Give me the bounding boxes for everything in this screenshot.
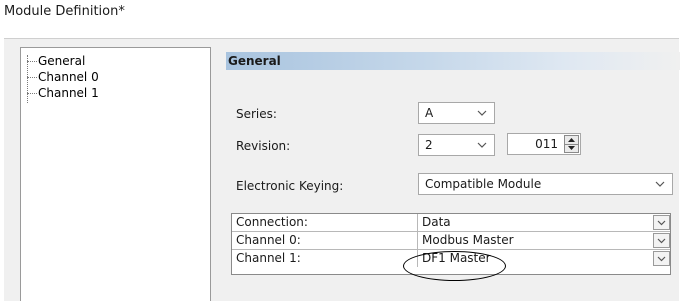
electronic-keying-select[interactable]: Compatible Module [418, 173, 673, 195]
chevron-down-icon [657, 256, 666, 262]
connection-select[interactable]: Data [418, 214, 670, 231]
chevron-down-icon [657, 238, 666, 244]
electronic-keying-value: Compatible Module [425, 177, 542, 191]
grid-row-label: Channel 1: [232, 250, 418, 267]
tree-item-channel-0[interactable]: Channel 0 [27, 69, 99, 85]
chevron-down-icon [477, 142, 487, 148]
tree-item-channel-1[interactable]: Channel 1 [27, 85, 99, 101]
tree-branch-icon [27, 69, 37, 78]
revision-major-value: 2 [425, 138, 433, 152]
spinner-buttons [564, 135, 579, 153]
section-header-label: General [228, 54, 281, 68]
chevron-down-icon [657, 220, 666, 226]
series-value: A [425, 106, 434, 120]
category-tree: General Channel 0 Channel 1 [20, 47, 211, 301]
revision-minor-value: 011 [535, 137, 558, 151]
grid-row-channel-0: Channel 0: Modbus Master [232, 232, 670, 250]
series-label: Series: [236, 107, 277, 121]
section-header: General [226, 52, 680, 70]
tree-branch-icon [27, 85, 37, 94]
dropdown-button[interactable] [653, 251, 670, 266]
revision-minor-spinner[interactable]: 011 [507, 133, 581, 155]
grid-row-value: Modbus Master [422, 233, 514, 247]
channel-0-select[interactable]: Modbus Master [418, 232, 670, 249]
series-select[interactable]: A [418, 102, 495, 124]
window-title: Module Definition* [4, 4, 125, 19]
revision-major-select[interactable]: 2 [418, 134, 495, 156]
electronic-keying-label: Electronic Keying: [236, 179, 344, 193]
tree-branch-icon [27, 53, 37, 62]
grid-row-value: Data [422, 215, 451, 229]
chevron-down-icon [477, 110, 487, 116]
tree-item-label: General [38, 54, 86, 68]
highlight-ellipse [403, 251, 506, 281]
dropdown-button[interactable] [653, 233, 670, 248]
grid-row-label: Channel 0: [232, 232, 418, 249]
tree-item-general[interactable]: General [27, 53, 85, 69]
revision-label: Revision: [236, 139, 291, 153]
grid-row-label: Connection: [232, 214, 418, 231]
tree-item-label: Channel 0 [38, 70, 99, 84]
spin-down-icon[interactable] [565, 144, 578, 152]
tree-item-label: Channel 1 [38, 86, 99, 100]
dropdown-button[interactable] [653, 215, 670, 230]
grid-row-connection: Connection: Data [232, 214, 670, 232]
chevron-down-icon [655, 181, 665, 187]
